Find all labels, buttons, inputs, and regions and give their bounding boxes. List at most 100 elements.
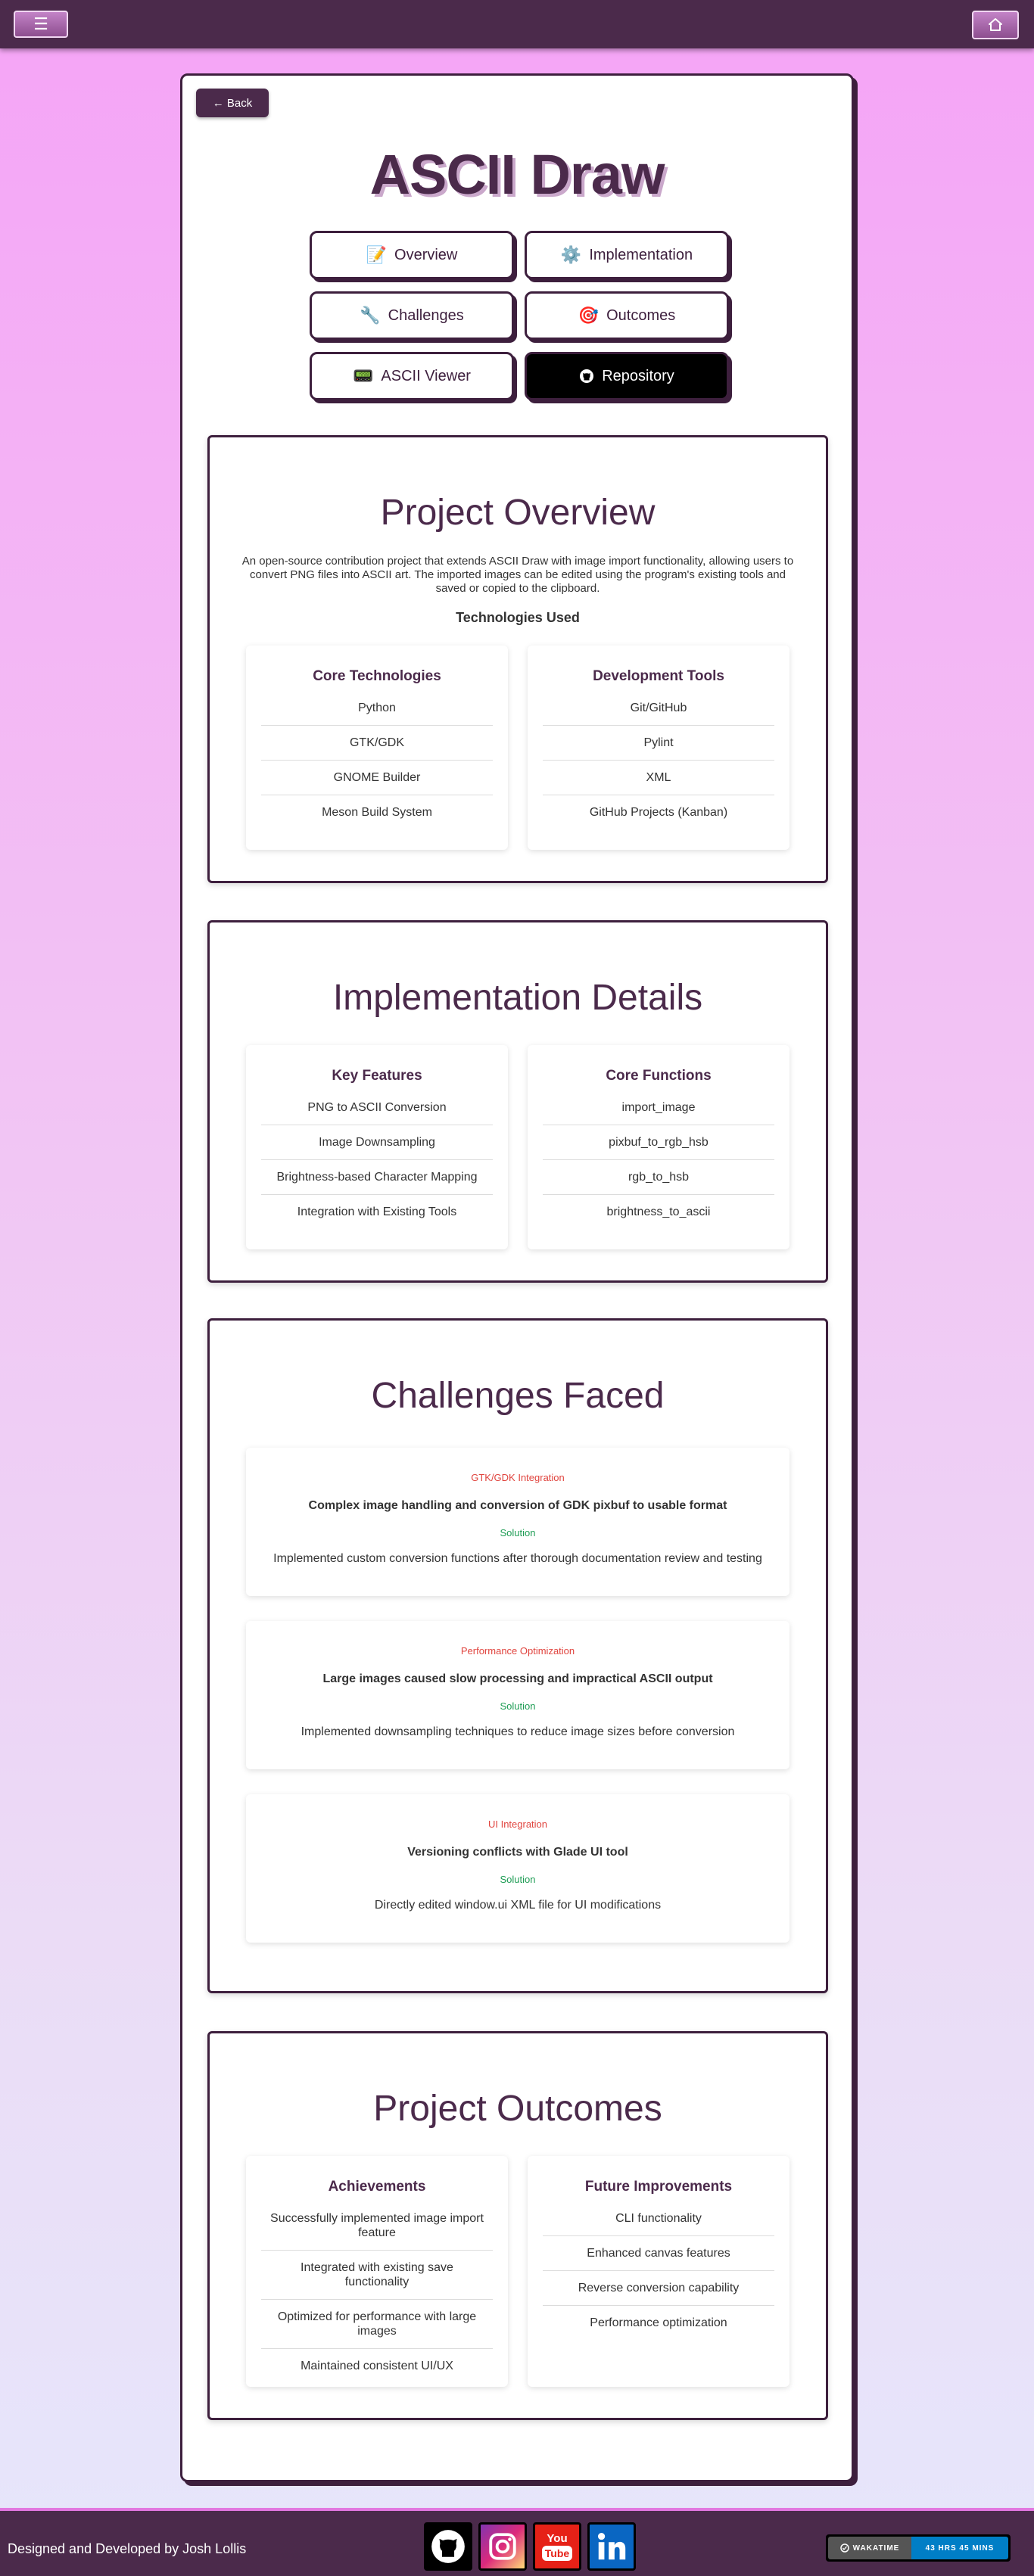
key-features-heading: Key Features: [332, 1068, 422, 1084]
wakatime-value: 43 HRS 45 MINS: [911, 2537, 1008, 2559]
list-item: Maintained consistent UI/UX: [301, 2360, 453, 2372]
linkedin-link[interactable]: [587, 2522, 636, 2571]
nav-label: Repository: [602, 367, 674, 384]
list-item: Performance optimization: [590, 2316, 727, 2329]
achievements-card: Achievements Successfully implemented im…: [246, 2156, 508, 2387]
target-icon: 🎯: [578, 306, 600, 325]
project-card: ← Back ASCII Draw 📝 Overview ⚙️ Implemen…: [180, 73, 854, 2482]
challenge-card: UI Integration Versioning conflicts with…: [246, 1794, 790, 1943]
wakatime-label: WAKATIME: [852, 2543, 900, 2553]
core-technologies-card: Core Technologies Python GTK/GDK GNOME B…: [246, 646, 508, 850]
wakatime-icon: [839, 2543, 849, 2553]
list-item: Git/GitHub: [543, 691, 774, 726]
outcomes-section: Project Outcomes Achievements Successful…: [207, 2031, 828, 2420]
challenge-card: Performance Optimization Large images ca…: [246, 1621, 790, 1769]
list-item: Python: [261, 691, 493, 726]
wakatime-badge[interactable]: WAKATIME 43 HRS 45 MINS: [826, 2534, 1011, 2562]
list-item: Integration with Existing Tools: [297, 1206, 457, 1218]
nav-label: Overview: [394, 246, 458, 263]
core-technologies-heading: Core Technologies: [313, 668, 441, 684]
development-tools-card: Development Tools Git/GitHub Pylint XML …: [528, 646, 790, 850]
nav-label: ASCII Viewer: [381, 367, 471, 384]
list-item: GitHub Projects (Kanban): [589, 806, 728, 819]
outcomes-heading: Project Outcomes: [373, 2089, 662, 2129]
linkedin-icon: [597, 2532, 626, 2560]
development-tools-heading: Development Tools: [593, 668, 724, 684]
solution-label: Solution: [500, 1874, 536, 1885]
nav-label: Challenges: [388, 306, 464, 324]
wrench-icon: 🔧: [360, 306, 381, 325]
svg-text:Tube: Tube: [545, 2547, 570, 2559]
overview-heading: Project Overview: [380, 493, 656, 533]
challenge-problem: Large images caused slow processing and …: [322, 1672, 713, 1685]
technologies-heading: Technologies Used: [456, 610, 580, 625]
svg-text:You: You: [547, 2532, 567, 2545]
achievements-heading: Achievements: [328, 2179, 426, 2195]
menu-button[interactable]: ☰: [14, 11, 68, 38]
page-title: ASCII Draw: [369, 143, 665, 206]
list-item: Optimized for performance with large ima…: [261, 2300, 493, 2349]
list-item: pixbuf_to_rgb_hsb: [543, 1125, 774, 1160]
challenges-section: Challenges Faced GTK/GDK Integration Com…: [207, 1318, 828, 1993]
github-icon: [580, 369, 594, 383]
solution-label: Solution: [500, 1700, 536, 1712]
list-item: Integrated with existing save functional…: [261, 2251, 493, 2300]
future-improvements-card: Future Improvements CLI functionality En…: [528, 2156, 790, 2387]
core-functions-heading: Core Functions: [606, 1068, 712, 1084]
implementation-heading: Implementation Details: [332, 978, 703, 1018]
instagram-icon: [489, 2533, 516, 2560]
list-item: import_image: [543, 1090, 774, 1125]
list-item: Pylint: [543, 726, 774, 761]
youtube-link[interactable]: You Tube: [533, 2522, 581, 2571]
implementation-section: Implementation Details Key Features PNG …: [207, 920, 828, 1283]
challenge-solution: Implemented custom conversion functions …: [273, 1552, 762, 1565]
top-bar: ☰: [0, 0, 1034, 48]
list-item: CLI functionality: [543, 2201, 774, 2236]
wakatime-label-box: WAKATIME: [828, 2537, 911, 2559]
hamburger-icon: ☰: [33, 14, 48, 33]
home-icon: [989, 18, 1002, 31]
list-item: PNG to ASCII Conversion: [261, 1090, 493, 1125]
nav-implementation-button[interactable]: ⚙️ Implementation: [525, 231, 729, 279]
home-button[interactable]: [972, 11, 1019, 39]
youtube-icon: You Tube: [542, 2532, 572, 2561]
list-item: Brightness-based Character Mapping: [261, 1160, 493, 1195]
nav-label: Outcomes: [606, 306, 676, 324]
list-item: rgb_to_hsb: [543, 1160, 774, 1195]
future-improvements-heading: Future Improvements: [584, 2179, 733, 2195]
nav-overview-button[interactable]: 📝 Overview: [310, 231, 514, 279]
list-item: Enhanced canvas features: [543, 2236, 774, 2271]
challenge-title: UI Integration: [487, 1818, 548, 1830]
challenges-heading: Challenges Faced: [371, 1376, 665, 1416]
list-item: Image Downsampling: [261, 1125, 493, 1160]
overview-description: An open-source contribution project that…: [241, 555, 794, 595]
overview-section: Project Overview An open-source contribu…: [207, 435, 828, 883]
list-item: GNOME Builder: [261, 761, 493, 795]
challenge-title: GTK/GDK Integration: [471, 1472, 565, 1483]
footer-credit: Designed and Developed by Josh Lollis: [8, 2541, 247, 2556]
instagram-link[interactable]: [478, 2522, 527, 2571]
core-functions-card: Core Functions import_image pixbuf_to_rg…: [528, 1045, 790, 1249]
nav-challenges-button[interactable]: 🔧 Challenges: [310, 291, 514, 340]
back-button[interactable]: ← Back: [196, 89, 269, 117]
list-item: brightness_to_ascii: [606, 1206, 711, 1218]
list-item: GTK/GDK: [261, 726, 493, 761]
nav-repository-button[interactable]: Repository: [525, 352, 729, 400]
key-features-card: Key Features PNG to ASCII Conversion Ima…: [246, 1045, 508, 1249]
list-item: Reverse conversion capability: [543, 2271, 774, 2306]
github-link[interactable]: [424, 2522, 472, 2571]
list-item: XML: [543, 761, 774, 795]
solution-label: Solution: [500, 1527, 536, 1538]
list-item: Successfully implemented image import fe…: [261, 2201, 493, 2251]
nav-ascii-viewer-button[interactable]: 📟 ASCII Viewer: [310, 352, 514, 400]
challenge-solution: Directly edited window.ui XML file for U…: [374, 1899, 662, 1912]
nav-outcomes-button[interactable]: 🎯 Outcomes: [525, 291, 729, 340]
challenge-title: Performance Optimization: [460, 1645, 575, 1657]
memo-icon: 📝: [366, 245, 388, 264]
challenge-problem: Versioning conflicts with Glade UI tool: [407, 1846, 628, 1859]
challenge-problem: Complex image handling and conversion of…: [308, 1499, 727, 1512]
footer: Designed and Developed by Josh Lollis Yo…: [0, 2508, 1034, 2576]
list-item: Meson Build System: [322, 806, 432, 819]
gear-icon: ⚙️: [560, 245, 582, 264]
nav-label: Implementation: [589, 246, 693, 263]
